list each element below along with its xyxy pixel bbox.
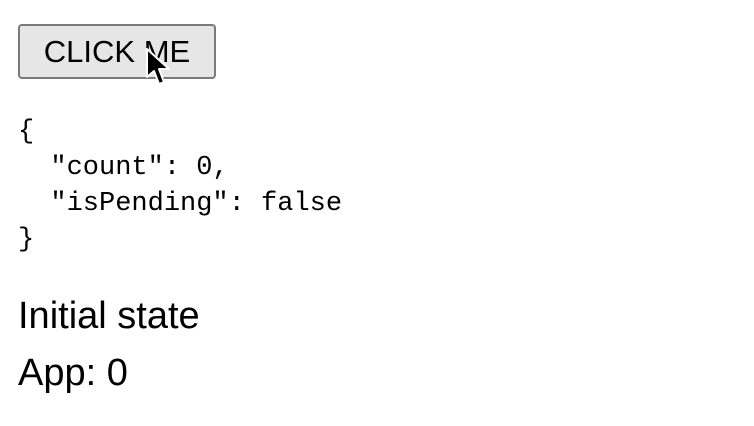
app-count-text: App: 0 (18, 352, 128, 394)
click-me-button[interactable]: CLICK ME (18, 24, 216, 79)
page: CLICK ME { "count": 0, "isPending": fals… (0, 0, 754, 426)
status-text: Initial state (18, 295, 200, 337)
state-json-output: { "count": 0, "isPending": false } (18, 117, 343, 255)
